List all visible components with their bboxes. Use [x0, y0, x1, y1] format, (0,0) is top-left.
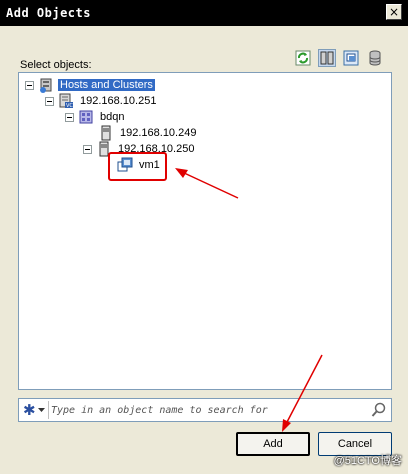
hosts-and-clusters-icon [38, 77, 54, 93]
close-button[interactable]: × [386, 4, 402, 20]
datacenter-icon [78, 109, 94, 125]
vms-view-icon[interactable] [342, 49, 360, 67]
collapse-icon[interactable] [45, 96, 54, 106]
add-button[interactable]: Add [236, 432, 310, 456]
add-objects-dialog: Add Objects × Select objects: Hosts and … [0, 0, 408, 474]
dialog-title: Add Objects [6, 6, 91, 20]
chevron-down-icon [37, 408, 45, 412]
host-server-icon [98, 125, 114, 141]
tree-node-root[interactable]: Hosts and Clusters [25, 77, 155, 93]
search-icon [371, 402, 386, 417]
search-divider [48, 401, 49, 419]
search-button[interactable] [369, 400, 389, 420]
collapse-icon[interactable] [83, 144, 92, 154]
search-input[interactable] [51, 401, 361, 419]
inventory-tree[interactable]: Hosts and Clusters VC 192.168.10.251 bdq… [18, 72, 392, 390]
collapse-icon[interactable] [65, 112, 74, 122]
refresh-icon[interactable] [294, 49, 312, 67]
tree-label-vcenter: 192.168.10.251 [80, 95, 157, 107]
collapse-icon[interactable] [25, 80, 34, 90]
close-icon: × [388, 5, 400, 19]
tree-label-datacenter: bdqn [100, 111, 125, 123]
tree-node-datacenter[interactable]: bdqn [65, 109, 126, 125]
datastores-view-icon[interactable] [366, 49, 384, 67]
select-objects-label: Select objects: [20, 59, 92, 71]
tree-node-vcenter[interactable]: VC 192.168.10.251 [45, 93, 158, 109]
vcenter-server-icon: VC [58, 93, 74, 109]
search-filter-dropdown[interactable]: ✱ [21, 401, 47, 419]
title-bar[interactable]: Add Objects × [0, 0, 408, 26]
cancel-button-label: Cancel [337, 438, 373, 450]
asterisk-icon: ✱ [23, 401, 36, 419]
tree-label-host-1: 192.168.10.249 [120, 127, 197, 139]
search-bar: ✱ [18, 398, 392, 422]
watermark: @51CTO博客 [333, 455, 402, 467]
tree-node-host-1[interactable]: 192.168.10.249 [98, 125, 198, 141]
view-toolbar [294, 49, 384, 67]
annotation-highlight-box [108, 152, 167, 181]
tree-label-root: Hosts and Clusters [58, 79, 155, 91]
add-button-label: Add [263, 438, 283, 450]
hosts-view-icon[interactable] [318, 49, 336, 67]
